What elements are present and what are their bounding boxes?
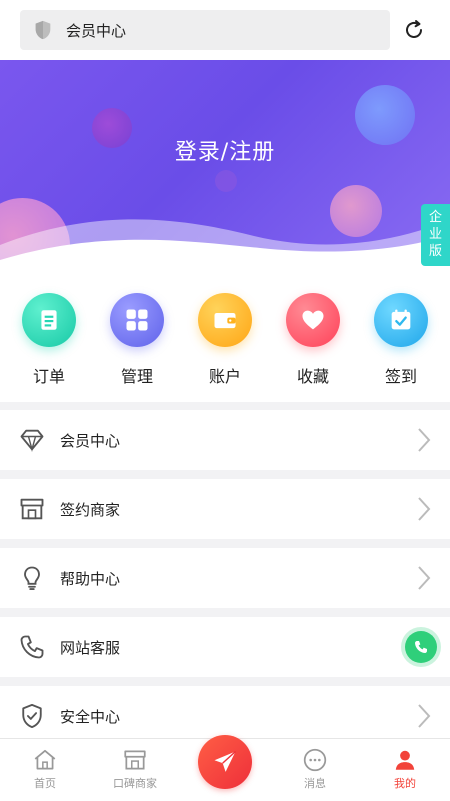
quick-action-label: 签到 [384, 367, 417, 386]
chevron-right-icon [418, 497, 431, 521]
quick-action-account[interactable]: 账户 [190, 293, 260, 387]
nav-label: 口碑商家 [113, 777, 157, 790]
decorative-bubble [215, 170, 237, 192]
user-icon [395, 750, 415, 770]
nav-home[interactable]: 首页 [5, 747, 85, 791]
phone-icon [415, 641, 427, 653]
paper-plane-icon [214, 750, 236, 772]
heart-icon [286, 293, 340, 347]
clipboard-icon [22, 293, 76, 347]
call-button[interactable] [405, 631, 437, 663]
nav-messages[interactable]: 消息 [275, 747, 355, 791]
quick-action-favorites[interactable]: 收藏 [278, 293, 348, 387]
menu-item-label: 帮助中心 [60, 569, 121, 588]
nav-label: 我的 [394, 777, 416, 790]
chevron-right-icon [418, 704, 431, 728]
enterprise-edition-tab[interactable]: 企 业 版 [421, 204, 450, 266]
shield-check-icon [22, 703, 42, 729]
wallet-icon [198, 293, 252, 347]
quick-action-label: 管理 [120, 367, 153, 386]
lightbulb-icon [24, 566, 40, 591]
login-register-link[interactable]: 登录/注册 [0, 134, 450, 166]
phone-icon [20, 635, 44, 659]
nav-label: 首页 [34, 777, 56, 790]
chevron-right-icon [418, 428, 431, 452]
shield-icon [35, 20, 51, 40]
menu-item-signed-merchants[interactable]: 签约商家 [0, 479, 450, 539]
quick-action-label: 订单 [32, 367, 65, 386]
home-icon [34, 749, 56, 770]
menu-item-label: 安全中心 [60, 707, 121, 726]
menu-item-customer-service[interactable]: 网站客服 [0, 617, 450, 677]
send-button[interactable] [198, 735, 252, 789]
quick-actions: 订单 管理 账户 收藏 签到 [0, 275, 450, 402]
nav-label: 消息 [304, 777, 326, 790]
profile-header: 登录/注册 [0, 60, 450, 275]
menu-item-label: 签约商家 [60, 500, 121, 519]
calendar-check-icon [374, 293, 428, 347]
nav-merchants[interactable]: 口碑商家 [95, 747, 175, 791]
chat-icon [303, 748, 327, 772]
refresh-icon[interactable] [402, 18, 426, 42]
diamond-icon [20, 429, 44, 452]
hero-wave [0, 219, 450, 275]
quick-action-manage[interactable]: 管理 [102, 293, 172, 387]
search-label: 会员中心 [66, 21, 127, 40]
search-bar[interactable]: 会员中心 [20, 10, 390, 50]
menu-item-label: 会员中心 [60, 431, 121, 450]
store-icon [124, 750, 146, 770]
menu-item-help-center[interactable]: 帮助中心 [0, 548, 450, 608]
quick-action-label: 账户 [208, 367, 241, 386]
grid-icon [110, 293, 164, 347]
menu-item-member-center[interactable]: 会员中心 [0, 410, 450, 470]
nav-mine[interactable]: 我的 [365, 747, 445, 791]
quick-action-checkin[interactable]: 签到 [366, 293, 436, 387]
chevron-right-icon [418, 566, 431, 590]
quick-action-orders[interactable]: 订单 [14, 293, 84, 387]
menu-item-label: 网站客服 [60, 638, 121, 657]
store-icon [20, 498, 44, 520]
quick-action-label: 收藏 [296, 367, 329, 386]
top-bar: 会员中心 [0, 0, 450, 60]
